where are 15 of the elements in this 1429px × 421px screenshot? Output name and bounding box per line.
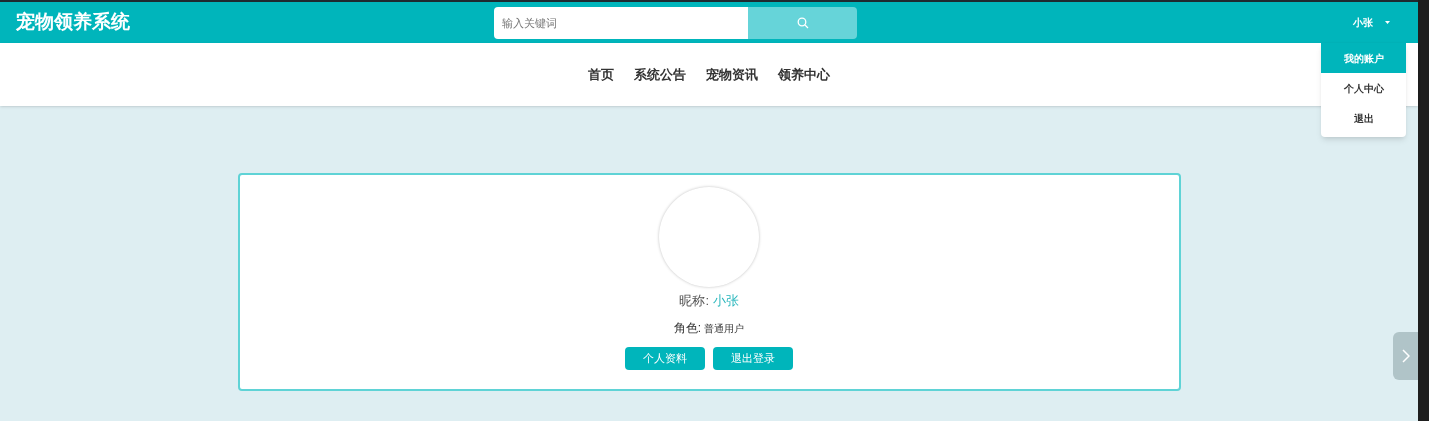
site-logo: 宠物领养系统 xyxy=(16,10,131,35)
nickname-text: 昵称: 小张 xyxy=(679,292,739,310)
menu-item[interactable]: 个人中心 xyxy=(1321,73,1406,103)
role-text: 角色: 普通用户 xyxy=(673,319,745,337)
nav-link[interactable]: 首页 xyxy=(588,64,614,85)
menu-item[interactable]: 退出 xyxy=(1321,103,1406,133)
nav-link[interactable]: 宠物资讯 xyxy=(706,64,758,85)
nav-link[interactable]: 系统公告 xyxy=(634,64,686,85)
search-button[interactable] xyxy=(748,6,857,39)
nav-link[interactable]: 领养中心 xyxy=(778,64,830,85)
next-button[interactable] xyxy=(1393,332,1418,380)
search-field[interactable]: 输入关键词 xyxy=(494,6,748,39)
search-icon xyxy=(796,16,809,29)
chevron-right-icon xyxy=(1401,349,1410,363)
caret-icon xyxy=(1385,21,1390,24)
